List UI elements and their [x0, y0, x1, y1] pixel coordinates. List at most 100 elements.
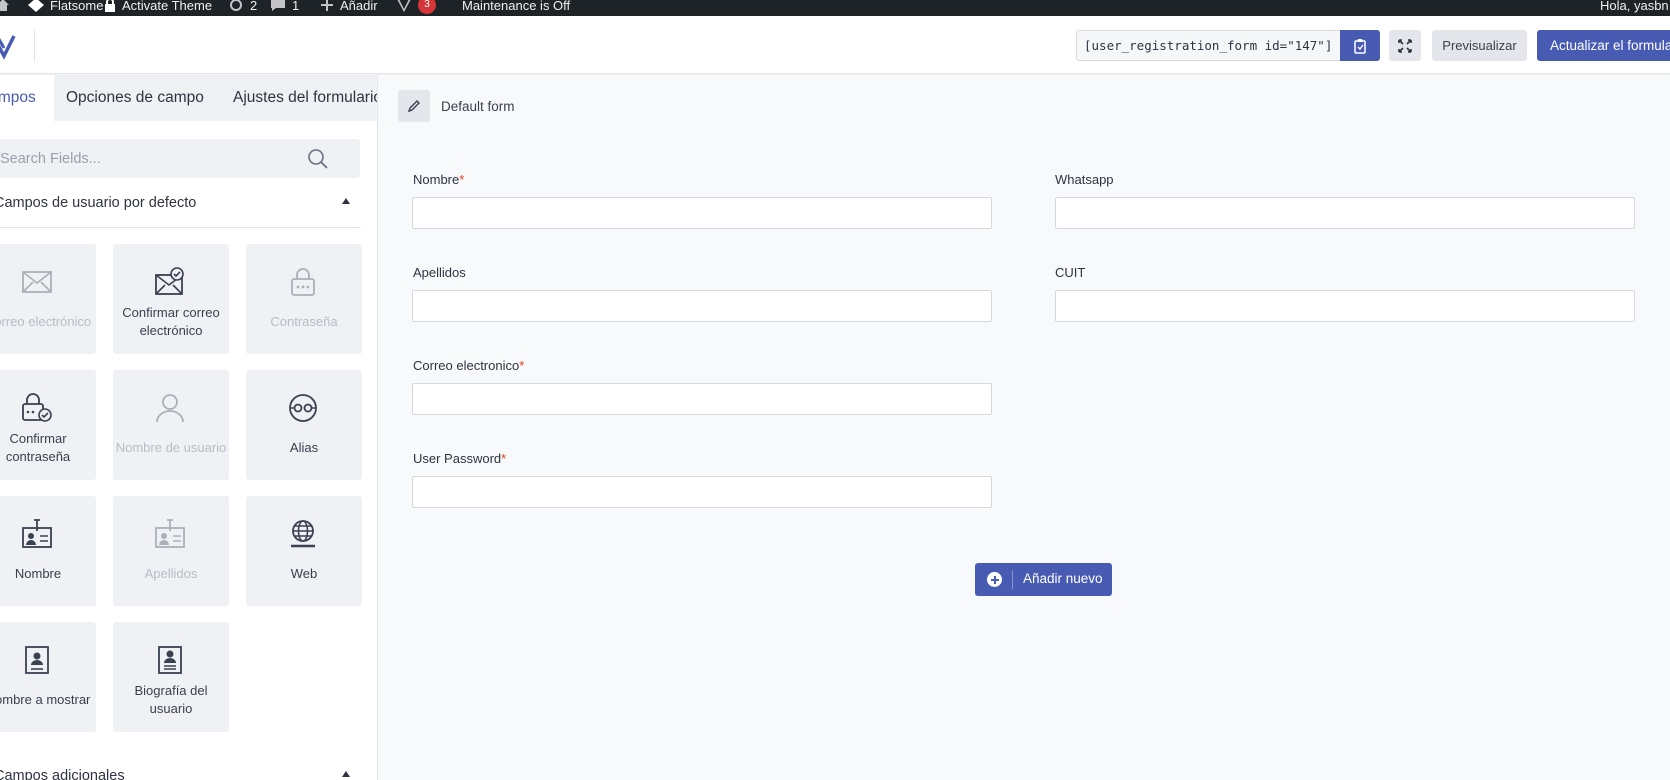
input-password[interactable]	[412, 476, 992, 508]
required-mark: *	[459, 172, 465, 187]
field-email[interactable]: Correo electrónico	[0, 244, 96, 354]
field-display-name[interactable]: Nombre a mostrar	[0, 622, 96, 732]
field-nickname-label: Alias	[289, 440, 319, 455]
label-correo: Correo electronico*	[413, 358, 524, 373]
mask-icon	[284, 390, 322, 426]
header-divider	[34, 30, 35, 62]
field-biography-label: Biografía del usuario	[134, 683, 208, 716]
input-whatsapp[interactable]	[1055, 197, 1635, 229]
plus-icon	[321, 0, 333, 11]
profile-card-icon	[18, 642, 56, 678]
admin-bar-notifications[interactable]: 3	[396, 0, 436, 15]
field-last-name[interactable]: Apellidos	[113, 496, 229, 606]
admin-bar-new[interactable]: Añadir	[320, 0, 378, 15]
updates-count: 2	[250, 0, 258, 13]
field-nickname[interactable]: Alias	[246, 370, 362, 480]
admin-bar-site[interactable]: Flatsome	[0, 0, 103, 15]
shortcode-field[interactable]: [user_registration_form id="147"]	[1076, 30, 1342, 61]
activate-theme-label: Activate Theme	[122, 0, 213, 13]
field-website[interactable]: Web	[246, 496, 362, 606]
required-mark: *	[501, 451, 507, 466]
add-new-row-button[interactable]: Añadir nuevo	[975, 563, 1112, 596]
comment-icon	[271, 0, 285, 11]
yoast-icon	[397, 0, 411, 12]
field-first-name-label: Nombre	[14, 566, 62, 581]
site-name: Flatsome	[50, 0, 104, 13]
search-fields-input[interactable]: Search Fields...	[0, 139, 360, 178]
input-apellidos[interactable]	[412, 290, 992, 322]
tab-fields[interactable]: Campos	[0, 75, 54, 121]
extra-fields-section-toggle[interactable]: Campos adicionales	[0, 763, 361, 780]
expand-icon	[1398, 38, 1412, 53]
edit-form-name-button[interactable]	[398, 90, 430, 122]
admin-bar-comments[interactable]: 1	[270, 0, 299, 15]
default-fields-section-toggle[interactable]: Campos de usuario por defecto	[0, 190, 361, 216]
fullscreen-button[interactable]	[1389, 30, 1421, 61]
input-cuit[interactable]	[1055, 290, 1635, 322]
label-nombre-text: Nombre	[413, 172, 460, 187]
button-divider	[1012, 570, 1013, 589]
lock-check-icon	[18, 390, 56, 426]
default-fields-title: Campos de usuario por defecto	[0, 195, 197, 211]
form-name: Default form	[441, 99, 515, 114]
refresh-icon	[230, 0, 242, 11]
form-canvas: Default form Nombre* Apellidos Correo el…	[379, 75, 1670, 780]
label-nombre: Nombre*	[413, 172, 464, 187]
field-confirm-password[interactable]: Confirmar contraseña	[0, 370, 96, 480]
greeting: Hola, yasbn	[1600, 0, 1669, 13]
tab-form-settings-label: Ajustes del formulario	[233, 89, 378, 106]
field-website-label: Web	[290, 566, 318, 581]
label-correo-text: Correo electronico	[413, 358, 520, 373]
search-icon	[308, 149, 328, 169]
field-password[interactable]: Contraseña	[246, 244, 362, 354]
field-username[interactable]: Nombre de usuario	[113, 370, 229, 480]
add-new-label: Añadir nuevo	[1023, 571, 1103, 586]
field-biography[interactable]: Biografía del usuario	[113, 622, 229, 732]
lock-icon	[284, 264, 322, 300]
id-badge-icon	[18, 516, 56, 552]
sidebar-tabs: Campos Opciones de campo Ajustes del for…	[0, 75, 378, 121]
update-form-button[interactable]: Actualizar el formulario	[1537, 30, 1670, 61]
wp-admin-bar: Flatsome Activate Theme 2 1 Añadir 3 Mai…	[0, 0, 1670, 16]
envelope-check-icon	[151, 264, 189, 300]
copy-shortcode-button[interactable]	[1340, 30, 1380, 61]
pencil-icon	[407, 100, 420, 113]
admin-bar-updates[interactable]: 2	[228, 0, 257, 15]
preview-button[interactable]: Previsualizar	[1432, 30, 1527, 61]
label-apellidos: Apellidos	[413, 265, 466, 280]
add-new-label: Añadir	[340, 0, 378, 13]
admin-bar-maintenance[interactable]: Maintenance is Off	[462, 0, 570, 15]
search-placeholder: Search Fields...	[0, 151, 101, 167]
user-icon	[151, 390, 189, 426]
field-confirm-email-label: Confirmar correo electrónico	[122, 305, 220, 338]
flatsome-icon	[28, 0, 44, 12]
field-username-label: Nombre de usuario	[115, 440, 227, 455]
user-registration-logo-icon	[0, 30, 16, 60]
input-correo[interactable]	[412, 383, 992, 415]
comments-count: 1	[292, 0, 300, 13]
field-display-name-label: Nombre a mostrar	[0, 692, 91, 707]
envelope-icon	[18, 264, 56, 300]
field-confirm-email[interactable]: Confirmar correo electrónico	[113, 244, 229, 354]
builder-header: [user_registration_form id="147"] Previs…	[0, 16, 1670, 74]
clipboard-icon	[1354, 38, 1366, 54]
tab-form-settings[interactable]: Ajustes del formulario	[233, 75, 378, 121]
label-cuit: CUIT	[1055, 265, 1085, 280]
lock-icon	[105, 0, 115, 12]
tab-field-options[interactable]: Opciones de campo	[66, 75, 204, 121]
label-password: User Password*	[413, 451, 506, 466]
admin-bar-activate-theme[interactable]: Activate Theme	[104, 0, 212, 15]
id-badge-icon	[151, 516, 189, 552]
plus-circle-icon	[987, 572, 1002, 587]
field-password-label: Contraseña	[270, 314, 338, 329]
notification-badge: 3	[418, 0, 436, 14]
caret-up-icon	[342, 771, 350, 777]
input-nombre[interactable]	[412, 197, 992, 229]
label-cuit-text: CUIT	[1055, 265, 1086, 280]
globe-icon	[284, 516, 322, 552]
admin-bar-account[interactable]: Hola, yasbn	[1600, 0, 1669, 15]
extra-fields-title: Campos adicionales	[0, 768, 125, 780]
field-first-name[interactable]: Nombre	[0, 496, 96, 606]
caret-up-icon	[342, 198, 350, 204]
field-confirm-password-label: Confirmar contraseña	[5, 431, 71, 464]
